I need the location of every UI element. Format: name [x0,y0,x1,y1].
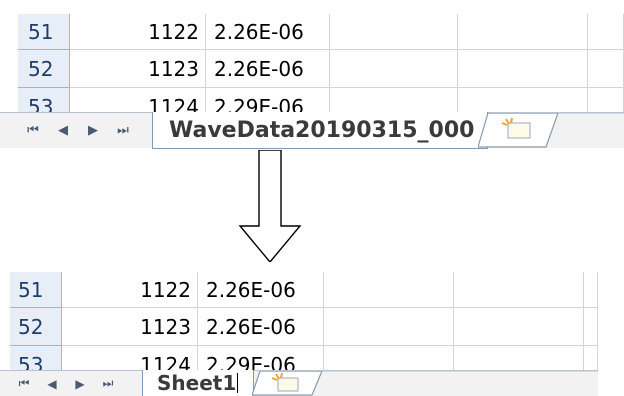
row-header[interactable]: 53 [18,88,70,112]
partially-hidden-row: 53 1124 2.29E-06 [0,346,598,370]
top-spreadsheet-excerpt: 51 1122 2.26E-06 52 1123 2.26E-06 53 112… [0,0,624,150]
insert-worksheet-tab[interactable] [252,371,598,396]
sheet-tab-label: Sheet1 [157,371,237,395]
empty-cell[interactable] [584,272,598,308]
empty-cell[interactable] [324,346,454,370]
table-row: 52 1123 2.26E-06 [0,50,624,88]
next-sheet-icon[interactable]: ▶ [78,123,108,138]
sheet-tab-bar: ⏮ ◀ ▶ ⏭ WaveData20190315_000 [0,112,624,149]
table-row: 53 1124 2.29E-06 [0,88,624,112]
sheet-navigation: ⏮ ◀ ▶ ⏭ [18,113,158,148]
cell-value[interactable]: 2.26E-06 [198,272,324,308]
first-sheet-icon[interactable]: ⏮ [10,376,38,391]
first-sheet-icon[interactable]: ⏮ [18,123,48,138]
partially-hidden-row: 53 1124 2.29E-06 [0,88,624,112]
text-cursor [237,373,239,393]
sheet-navigation: ⏮ ◀ ▶ ⏭ [10,371,146,396]
empty-cell[interactable] [588,88,624,112]
table-row: 53 1124 2.29E-06 [0,346,598,370]
empty-cell[interactable] [454,272,584,308]
table-row: 51 1122 2.26E-06 [0,272,598,308]
cell-value[interactable]: 2.26E-06 [206,14,330,50]
row-header[interactable]: 51 [10,272,62,308]
last-sheet-icon[interactable]: ⏭ [94,376,122,391]
sheet-tab-active[interactable]: WaveData20190315_000 [152,112,488,149]
empty-cell[interactable] [458,88,588,112]
cell-value[interactable]: 2.29E-06 [198,346,324,370]
cell-value[interactable]: 2.29E-06 [206,88,330,112]
empty-cell[interactable] [324,272,454,308]
cell-value[interactable]: 1123 [62,308,198,346]
empty-cell[interactable] [588,50,624,88]
sheet-tab-bar: ⏮ ◀ ▶ ⏭ Sheet1 [0,370,598,396]
next-sheet-icon[interactable]: ▶ [66,377,94,391]
row-header[interactable]: 51 [18,14,70,50]
row-header[interactable]: 52 [18,50,70,88]
table-row: 51 1122 2.26E-06 [0,14,624,50]
cell-value[interactable]: 1124 [62,346,198,370]
empty-cell[interactable] [330,88,458,112]
previous-sheet-icon[interactable]: ◀ [38,377,66,391]
empty-cell[interactable] [584,308,598,346]
empty-cell[interactable] [458,50,588,88]
sheet-tab-label: WaveData20190315_000 [169,117,475,143]
cell-value[interactable]: 1124 [70,88,206,112]
insert-worksheet-tab[interactable] [478,113,624,149]
bottom-spreadsheet-excerpt: 51 1122 2.26E-06 52 1123 2.26E-06 53 112… [0,262,598,396]
empty-cell[interactable] [324,308,454,346]
down-arrow-icon [238,150,302,264]
empty-cell[interactable] [330,14,458,50]
cell-value[interactable]: 2.26E-06 [198,308,324,346]
row-header[interactable]: 52 [10,308,62,346]
previous-sheet-icon[interactable]: ◀ [48,123,78,138]
cell-value[interactable]: 1122 [70,14,206,50]
last-sheet-icon[interactable]: ⏭ [108,123,138,138]
empty-cell[interactable] [458,14,588,50]
table-row: 52 1123 2.26E-06 [0,308,598,346]
cell-value[interactable]: 2.26E-06 [206,50,330,88]
empty-cell[interactable] [584,346,598,370]
empty-cell[interactable] [454,346,584,370]
sheet-tab-active[interactable]: Sheet1 [142,370,254,396]
row-header[interactable]: 53 [10,346,62,370]
empty-cell[interactable] [454,308,584,346]
cell-value[interactable]: 1122 [62,272,198,308]
cell-value[interactable]: 1123 [70,50,206,88]
empty-cell[interactable] [588,14,624,50]
empty-cell[interactable] [330,50,458,88]
